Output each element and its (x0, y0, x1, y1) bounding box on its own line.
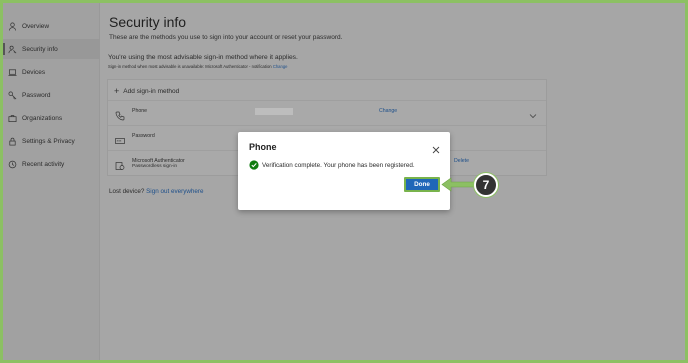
sidebar-item-organizations[interactable]: Organizations (3, 108, 100, 128)
screenshot-frame: Overview Security info Devices Password … (0, 0, 688, 363)
advisable-sub-label: Sign-in method when most advisable is un… (108, 64, 272, 69)
sidebar-item-label: Overview (22, 22, 50, 30)
add-sign-in-method-button[interactable]: + Add sign-in method (114, 86, 179, 96)
phone-dialog: Phone Verification complete. Your phone … (238, 132, 450, 210)
sidebar-item-password[interactable]: Password (3, 85, 100, 105)
step-number-badge: 7 (474, 173, 498, 197)
dialog-title: Phone (249, 142, 277, 152)
history-icon (8, 160, 17, 169)
key-icon (8, 91, 17, 100)
sidebar-item-overview[interactable]: Overview (3, 16, 100, 36)
plus-icon: + (114, 86, 120, 96)
method-subtitle: Passwordless sign-in (132, 164, 178, 169)
briefcase-icon (8, 114, 17, 123)
verification-message-text: Verification complete. Your phone has be… (262, 161, 415, 169)
phone-change-link[interactable]: Change (379, 108, 397, 114)
chevron-down-icon[interactable] (529, 107, 537, 119)
advisable-change-link[interactable]: Change (273, 64, 288, 69)
lost-device-label: Lost device? (109, 188, 145, 195)
check-circle-icon (249, 160, 259, 170)
phone-number-masked (255, 108, 293, 115)
svg-text:***: *** (117, 139, 122, 143)
person-icon (8, 22, 17, 31)
done-button[interactable]: Done (404, 177, 440, 192)
sidebar-item-label: Settings & Privacy (22, 137, 75, 145)
sidebar-item-recent-activity[interactable]: Recent activity (3, 154, 100, 174)
sidebar-item-label: Security info (22, 45, 58, 53)
laptop-icon (8, 68, 17, 77)
sidebar-item-label: Recent activity (22, 160, 65, 168)
verification-message: Verification complete. Your phone has be… (249, 160, 415, 170)
sidebar-item-security-info[interactable]: Security info (3, 39, 100, 59)
advisable-method-text: You're using the most advisable sign-in … (108, 54, 298, 61)
sidebar-item-settings-privacy[interactable]: Settings & Privacy (3, 131, 100, 151)
authenticator-delete-link[interactable]: Delete (454, 158, 469, 164)
sidebar-item-label: Organizations (22, 114, 63, 122)
method-name: Password (132, 133, 155, 139)
password-icon: *** (115, 133, 125, 144)
security-key-icon (8, 45, 17, 54)
page-title: Security info (109, 14, 187, 30)
authenticator-icon (115, 158, 125, 170)
sidebar-item-label: Password (22, 91, 51, 99)
add-method-label: Add sign-in method (123, 87, 180, 95)
sidebar-item-devices[interactable]: Devices (3, 62, 100, 82)
method-name: Phone (132, 108, 148, 114)
page-subtitle: These are the methods you use to sign in… (109, 34, 343, 41)
lost-device-text: Lost device? Sign out everywhere (109, 188, 204, 195)
lock-icon (8, 137, 17, 146)
method-row-phone: Phone Change (108, 100, 546, 125)
sidebar: Overview Security info Devices Password … (3, 3, 100, 360)
close-icon[interactable] (432, 141, 440, 154)
phone-icon (115, 108, 125, 121)
advisable-method-subtext: Sign-in method when most advisable is un… (108, 64, 287, 69)
sign-out-everywhere-link[interactable]: Sign out everywhere (146, 188, 203, 195)
sidebar-item-label: Devices (22, 68, 46, 76)
